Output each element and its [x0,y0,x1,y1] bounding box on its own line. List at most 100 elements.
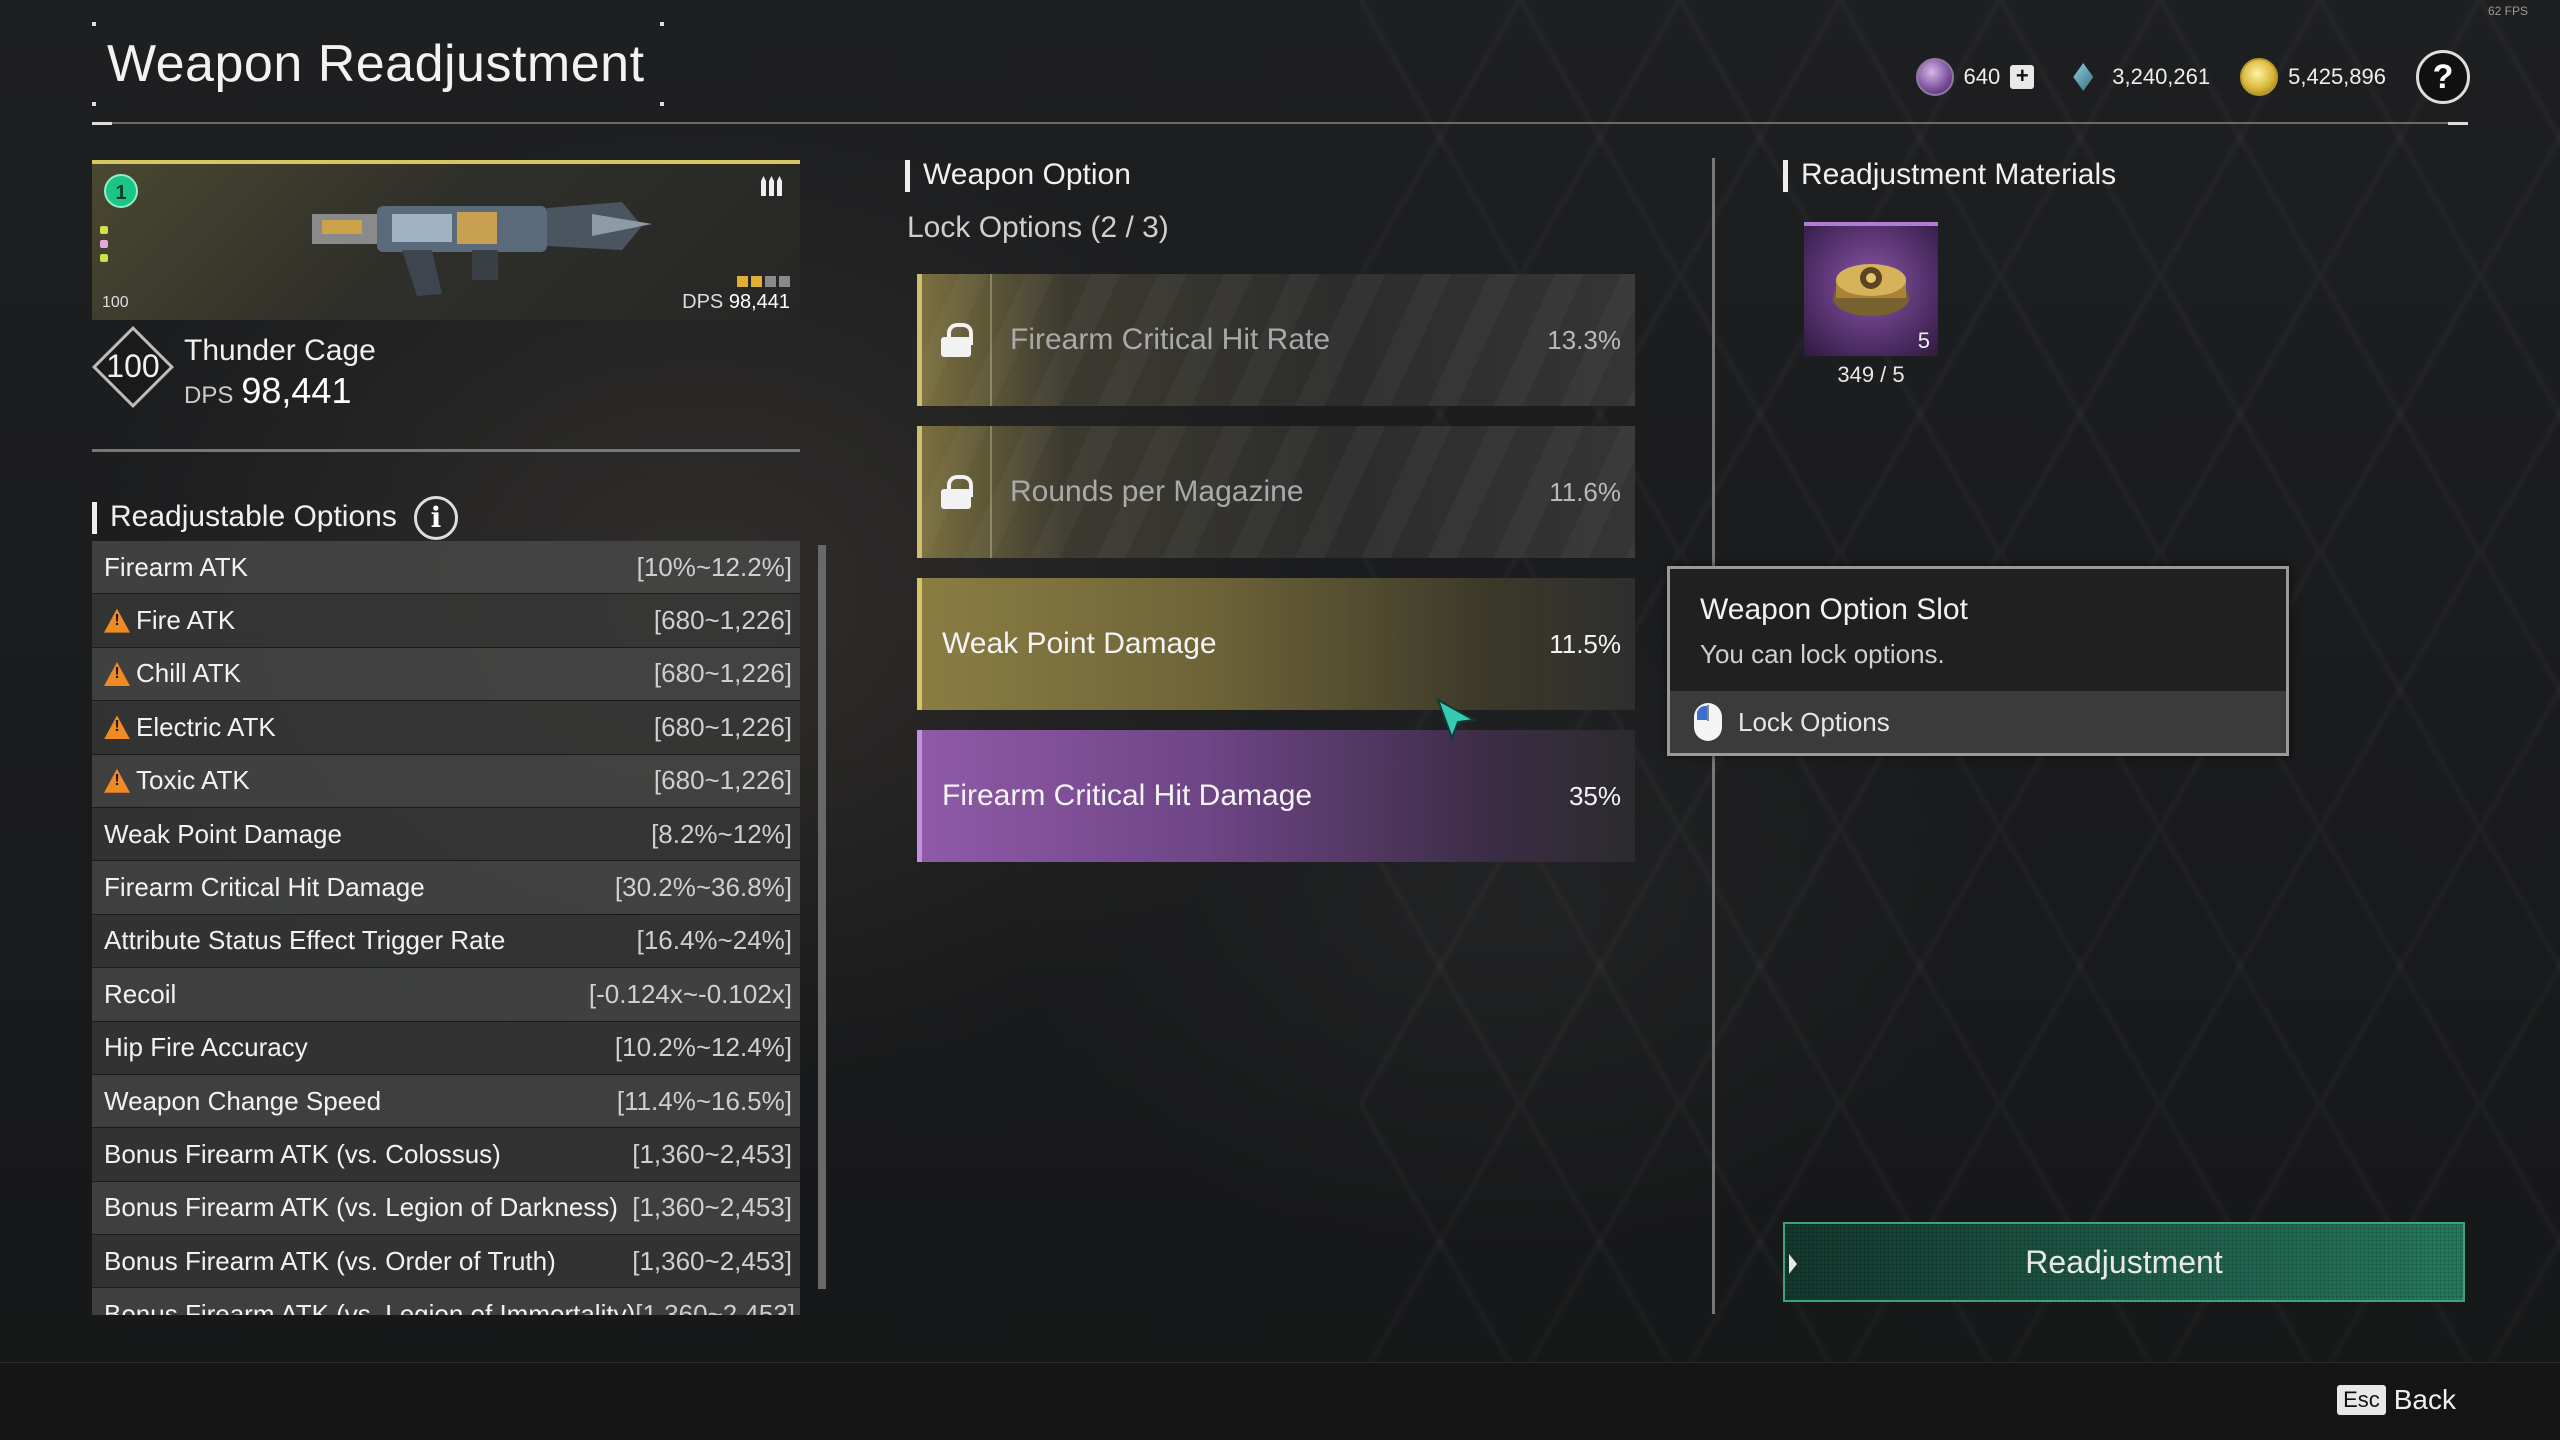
star-icon [779,276,790,287]
option-slot-2[interactable]: Rounds per Magazine 11.6% [917,426,1635,558]
option-label: Electric ATK [136,711,276,742]
option-row: Attribute Status Effect Trigger Rate [16.… [92,914,800,969]
readjustable-title: Readjustable Options [92,500,397,534]
slot-value: 11.6% [1549,476,1621,507]
lock-icon [941,475,973,509]
warning-icon [104,769,130,793]
back-label: Back [2393,1384,2456,1415]
option-range: [11.4%~16.5%] [616,1085,792,1116]
slot-name: Rounds per Magazine [1010,475,1304,508]
option-label: Bonus Firearm ATK (vs. Legion of Darknes… [104,1192,618,1223]
footer-bar [0,1362,2560,1440]
star-icon [765,276,776,287]
option-slot-1[interactable]: Firearm Critical Hit Rate 13.3% [917,274,1635,406]
lock-count: Lock Options (2 / 3) [907,211,1169,244]
option-range: [680~1,226] [653,765,792,796]
option-row: Bonus Firearm ATK (vs. Colossus) [1,360~2… [92,1128,800,1182]
option-range: [680~1,226] [653,658,792,689]
option-range: [1,360~2,453] [632,1138,792,1169]
option-range: [30.2%~36.8%] [614,872,792,903]
option-row: Recoil [-0.124x~-0.102x] [92,968,800,1022]
add-caliber-button[interactable]: + [2010,65,2035,89]
option-label: Recoil [104,978,177,1009]
option-range: [1,360~2,453] [632,1245,792,1276]
material-item[interactable]: 5 [1804,222,1938,356]
option-name: Bonus Firearm ATK (vs. Legion of Immorta… [104,1299,635,1315]
option-name: Firearm ATK [104,552,248,583]
option-name: Bonus Firearm ATK (vs. Order of Truth) [104,1246,556,1277]
option-name: Hip Fire Accuracy [104,1032,308,1063]
option-name: Recoil [104,979,176,1010]
card-level: 100 [102,294,129,311]
option-row: Bonus Firearm ATK (vs. Legion of Darknes… [92,1181,800,1236]
option-range: [680~1,226] [653,605,792,636]
tier-badge: 1 [104,174,138,208]
option-label: Bonus Firearm ATK (vs. Legion of Immorta… [104,1299,636,1315]
option-row: Fire ATK [680~1,226] [92,594,800,648]
option-label: Hip Fire Accuracy [104,1032,308,1063]
option-row: Weak Point Damage [8.2%~12%] [92,807,800,862]
mouse-left-click-icon [1694,703,1722,741]
weapon-option-tooltip: Weapon Option Slot You can lock options.… [1667,566,2289,756]
weapon-dps: DPS 98,441 [184,370,352,411]
back-button[interactable]: Esc Back [2337,1384,2456,1416]
readjustment-button-label: Readjustment [2025,1243,2223,1280]
option-name: Bonus Firearm ATK (vs. Colossus) [104,1139,501,1170]
option-name: Chill ATK [104,658,241,689]
kuiper-icon [2064,58,2102,96]
weapon-divider [92,449,800,452]
weapon-stars [737,276,790,287]
option-name: Weapon Change Speed [104,1086,381,1117]
option-name: Electric ATK [104,712,276,743]
info-button[interactable]: i [414,496,458,540]
warning-icon [104,662,130,686]
kuiper-amount: 3,240,261 [2112,64,2211,89]
option-name: Attribute Status Effect Trigger Rate [104,925,505,956]
option-name: Firearm Critical Hit Damage [104,872,425,903]
page-title: Weapon Readjustment [107,35,645,93]
readjustment-button[interactable]: Readjustment [1783,1222,2465,1302]
scrollbar-thumb[interactable] [818,545,826,1289]
materials-title: Readjustment Materials [1783,158,2116,192]
help-button[interactable]: ? [2416,50,2470,104]
option-row: Hip Fire Accuracy [10.2%~12.4%] [92,1021,800,1075]
option-slot-4[interactable]: Firearm Critical Hit Damage 35% [917,730,1635,862]
option-row: Chill ATK [680~1,226] [92,647,800,702]
option-range: [8.2%~12%] [651,818,792,849]
star-icon [737,276,748,287]
lock-toggle[interactable] [922,426,992,558]
weapon-option-title: Weapon Option [905,158,1131,192]
option-range: [10%~12.2%] [636,551,792,582]
material-quantity: 5 [1917,328,1930,353]
lock-toggle[interactable] [922,274,992,406]
option-range: [-0.124x~-0.102x] [588,978,792,1009]
option-row: Toxic ATK [680~1,226] [92,754,800,808]
option-label: Firearm ATK [104,551,248,582]
option-range: [1,360~2,453] [635,1299,796,1315]
gold-icon [2240,58,2279,96]
option-label: Attribute Status Effect Trigger Rate [104,925,506,956]
option-range: [1,360~2,453] [632,1192,792,1223]
mouse-cursor-icon [1436,698,1476,741]
options-scrollbar[interactable] [818,545,826,1289]
readjustable-options-list[interactable]: Firearm ATK [10%~12.2%] Fire ATK [680~1,226… [92,541,800,1315]
option-label: Weak Point Damage [104,818,342,849]
option-row: Weapon Change Speed [11.4%~16.5%] [92,1074,800,1129]
caliber-amount: 640 [1963,64,2001,89]
gold-amount: 5,425,896 [2288,64,2386,89]
lock-options-action[interactable]: Lock Options [1670,691,2286,753]
slot-name: Firearm Critical Hit Damage [942,779,1313,812]
esc-key-icon: Esc [2337,1385,2386,1415]
weapon-image [312,202,652,296]
option-slot-3[interactable]: Weak Point Damage 11.5% [917,578,1635,710]
option-row: Firearm ATK [10%~12.2%] [92,541,800,595]
weapon-card[interactable]: 1 100 DPS 98,441 [92,160,800,320]
option-label: Firearm Critical Hit Damage [104,872,425,903]
tooltip-action-label: Lock Options [1738,706,1890,737]
tooltip-description: You can lock options. [1700,639,1945,669]
material-icon [1833,264,1909,316]
slot-value: 35% [1568,780,1621,811]
option-row: Firearm Critical Hit Damage [30.2%~36.8%] [92,861,800,915]
header-divider [92,122,2468,125]
option-name: Bonus Firearm ATK (vs. Legion of Darknes… [104,1192,618,1223]
